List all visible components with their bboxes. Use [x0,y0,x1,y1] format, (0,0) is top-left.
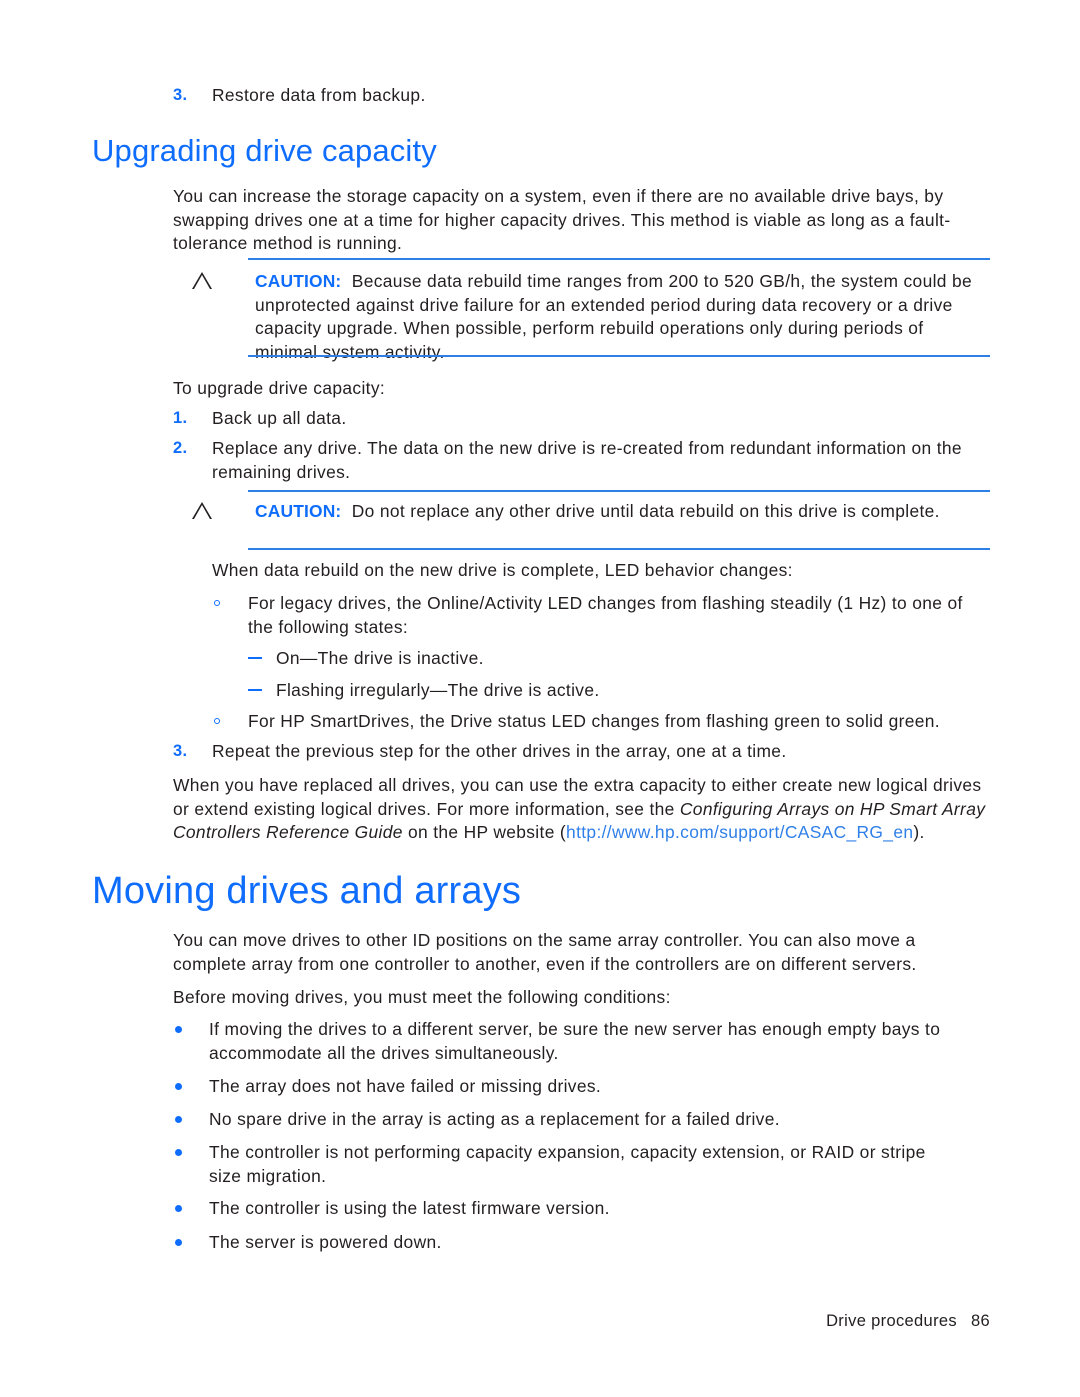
list-item-condition-2: The array does not have failed or missin… [173,1075,953,1099]
closing-part-3: ). [913,822,925,842]
paragraph-moving-2: Before moving drives, you must meet the … [173,987,671,1007]
list-item-step-2: 2. Replace any drive. The data on the ne… [173,437,993,484]
list-marker: 2. [173,439,188,457]
caution-label-1: CAUTION: [255,271,342,291]
caution-rule-top [248,490,990,493]
list-item-led-bullet-2: For HP SmartDrives, the Drive status LED… [212,710,992,734]
list-item-text: The controller is not performing capacit… [209,1142,926,1186]
list-item-led-bullet-1: For legacy drives, the Online/Activity L… [212,592,982,639]
list-item-text: Replace any drive. The data on the new d… [212,438,962,482]
list-item-text: If moving the drives to a different serv… [209,1019,941,1063]
hollow-bullet-icon [214,600,220,606]
list-item-text: On—The drive is inactive. [276,648,484,668]
caution-triangle-inner [194,275,210,289]
caution-triangle-inner [194,505,210,519]
footer-page-number: 86 [970,1312,990,1330]
caution-body-2: Do not replace any other drive until dat… [351,501,940,521]
list-item-text: The controller is using the latest firmw… [209,1198,610,1218]
list-item-step-3: 3. Repeat the previous step for the othe… [173,740,973,764]
hp-support-link[interactable]: http://www.hp.com/support/CASAC_RG_en [566,822,913,842]
bullet-icon [175,1026,182,1033]
bullet-icon [175,1116,182,1123]
list-item-text: Back up all data. [212,408,347,428]
list-item-condition-5: The controller is using the latest firmw… [173,1197,943,1221]
page-footer: Drive procedures 86 [826,1312,990,1331]
list-item-text: The array does not have failed or missin… [209,1076,602,1096]
list-item-led-sub-2: Flashing irregularly—The drive is active… [248,679,948,703]
bullet-icon [175,1239,182,1246]
document-page: 3. Restore data from backup. Upgrading d… [0,0,1080,1397]
caution-rule-bottom [248,355,990,358]
heading-upgrading-drive-capacity: Upgrading drive capacity [92,133,437,168]
paragraph-upgrading-intro: You can increase the storage capacity on… [173,186,951,253]
closing-part-2: on the HP website ( [402,822,567,842]
list-marker: 3. [173,86,188,104]
list-item-condition-3: No spare drive in the array is acting as… [173,1108,973,1132]
footer-label: Drive procedures [826,1312,957,1330]
dash-bullet-icon [248,657,262,660]
hollow-bullet-icon [214,718,220,724]
list-item-text: For legacy drives, the Online/Activity L… [248,593,963,637]
list-item-text: Restore data from backup. [212,85,426,105]
paragraph-lead-in-upgrade: To upgrade drive capacity: [173,378,386,398]
list-item-condition-4: The controller is not performing capacit… [173,1141,943,1188]
caution-notice-1: CAUTION: Because data rebuild time range… [192,258,990,362]
bullet-icon [175,1083,182,1090]
caution-text-2: CAUTION: Do not replace any other drive … [255,500,990,524]
list-item-step-3-top: 3. Restore data from backup. [173,84,873,108]
list-item-text: No spare drive in the array is acting as… [209,1109,780,1129]
list-item-step-1: 1. Back up all data. [173,407,933,431]
caution-rule-top [248,258,990,261]
list-item-text: For HP SmartDrives, the Drive status LED… [248,711,940,731]
bullet-icon [175,1205,182,1212]
list-marker: 1. [173,409,188,427]
list-item-text: The server is powered down. [209,1232,442,1252]
caution-text-1: CAUTION: Because data rebuild time range… [255,270,990,364]
paragraph-closing-upgrading: When you have replaced all drives, you c… [173,774,993,845]
bullet-icon [175,1149,182,1156]
list-item-led-sub-1: On—The drive is inactive. [248,647,948,671]
paragraph-led-intro: When data rebuild on the new drive is co… [212,560,793,580]
list-item-condition-1: If moving the drives to a different serv… [173,1018,953,1065]
list-marker: 3. [173,742,188,760]
caution-label-2: CAUTION: [255,501,342,521]
heading-moving-drives-and-arrays: Moving drives and arrays [92,870,522,912]
dash-bullet-icon [248,689,262,692]
list-item-condition-6: The server is powered down. [173,1231,943,1255]
list-item-text: Repeat the previous step for the other d… [212,741,787,761]
list-item-text: Flashing irregularly—The drive is active… [276,680,600,700]
paragraph-moving-1: You can move drives to other ID position… [173,930,917,974]
caution-body-1: Because data rebuild time ranges from 20… [255,271,973,362]
caution-rule-bottom [248,548,990,551]
caution-notice-2: CAUTION: Do not replace any other drive … [192,490,990,552]
